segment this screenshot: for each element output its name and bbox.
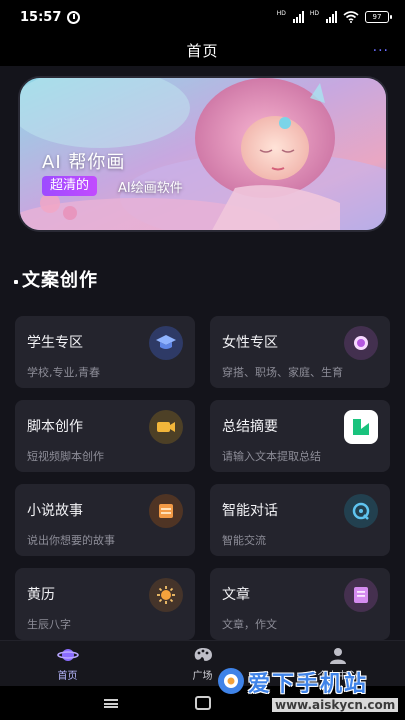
tab-label: 首页 bbox=[57, 670, 78, 682]
promo-banner[interactable]: AI 帮你画 超清的 AI绘画软件 bbox=[18, 76, 388, 232]
video-camera-icon bbox=[149, 410, 183, 444]
nav-bar: 首页 ··· bbox=[0, 34, 405, 66]
card-title: 女性专区 bbox=[222, 335, 278, 351]
summary-app-icon bbox=[344, 410, 378, 444]
card-desc: 生辰八字 bbox=[27, 618, 71, 631]
card-desc: 请输入文本提取总结 bbox=[222, 450, 321, 463]
banner-tag: 超清的 bbox=[42, 176, 98, 196]
card-novel[interactable]: 小说故事 说出你想要的故事 bbox=[15, 484, 195, 556]
home-button-icon[interactable] bbox=[195, 696, 211, 710]
card-title: 智能对话 bbox=[222, 503, 278, 519]
page-title: 首页 bbox=[186, 41, 219, 60]
card-title: 总结摘要 bbox=[222, 419, 278, 435]
watermark: 爱下手机站 www.aiskycn.com bbox=[210, 660, 405, 720]
watermark-url: www.aiskycn.com bbox=[272, 698, 399, 712]
banner-title: AI 帮你画 bbox=[42, 152, 126, 173]
watermark-logo-icon bbox=[218, 668, 244, 694]
sun-icon bbox=[149, 578, 183, 612]
card-summary[interactable]: 总结摘要 请输入文本提取总结 bbox=[210, 400, 390, 472]
sig1-label: HD bbox=[276, 10, 286, 17]
card-student[interactable]: 学生专区 学校,专业,青春 bbox=[15, 316, 195, 388]
card-desc: 文章，作文 bbox=[222, 618, 277, 631]
card-desc: 短视频脚本创作 bbox=[27, 450, 104, 463]
section-marker bbox=[14, 280, 18, 284]
banner-subtitle: AI绘画软件 bbox=[118, 181, 183, 196]
card-desc: 学校,专业,青春 bbox=[27, 366, 100, 379]
card-chat[interactable]: 智能对话 智能交流 bbox=[210, 484, 390, 556]
card-almanac[interactable]: 黄历 生辰八字 bbox=[15, 568, 195, 640]
cellular-signal-icon bbox=[326, 11, 337, 23]
card-desc: 智能交流 bbox=[222, 534, 266, 547]
card-female[interactable]: 女性专区 穿搭、职场、家庭、生育 bbox=[210, 316, 390, 388]
status-time: 15:57 bbox=[20, 9, 62, 25]
battery-level: 97 bbox=[372, 13, 382, 21]
battery-icon: 97 bbox=[365, 11, 392, 23]
graduation-cap-icon bbox=[149, 326, 183, 360]
menu-icon[interactable] bbox=[104, 699, 118, 708]
section-title: 文案创作 bbox=[22, 270, 98, 291]
card-script[interactable]: 脚本创作 短视频脚本创作 bbox=[15, 400, 195, 472]
watermark-text: 爱下手机站 bbox=[248, 672, 369, 697]
document-icon bbox=[344, 578, 378, 612]
card-title: 小说故事 bbox=[27, 503, 83, 519]
chat-bubble-icon bbox=[344, 494, 378, 528]
female-ring-icon bbox=[344, 326, 378, 360]
book-icon bbox=[149, 494, 183, 528]
card-title: 学生专区 bbox=[27, 335, 83, 351]
planet-icon bbox=[56, 648, 79, 661]
card-desc: 说出你想要的故事 bbox=[27, 534, 115, 547]
card-title: 文章 bbox=[222, 587, 250, 603]
sig2-label: HD bbox=[309, 10, 319, 17]
card-article[interactable]: 文章 文章，作文 bbox=[210, 568, 390, 640]
status-bar: 15:57 HD HD 97 bbox=[0, 0, 405, 34]
alarm-icon bbox=[67, 10, 81, 24]
status-icons: HD HD 97 bbox=[276, 10, 392, 23]
card-desc: 穿搭、职场、家庭、生育 bbox=[222, 366, 343, 379]
more-icon[interactable]: ··· bbox=[373, 43, 389, 59]
tab-home[interactable]: 首页 bbox=[0, 641, 135, 686]
main-content: AI 帮你画 超清的 AI绘画软件 文案创作 学生专区 学校,专业,青春 女性专… bbox=[0, 66, 405, 640]
card-title: 脚本创作 bbox=[27, 419, 83, 435]
card-title: 黄历 bbox=[27, 587, 55, 603]
cellular-signal-icon bbox=[292, 11, 304, 23]
wifi-icon bbox=[343, 11, 359, 23]
